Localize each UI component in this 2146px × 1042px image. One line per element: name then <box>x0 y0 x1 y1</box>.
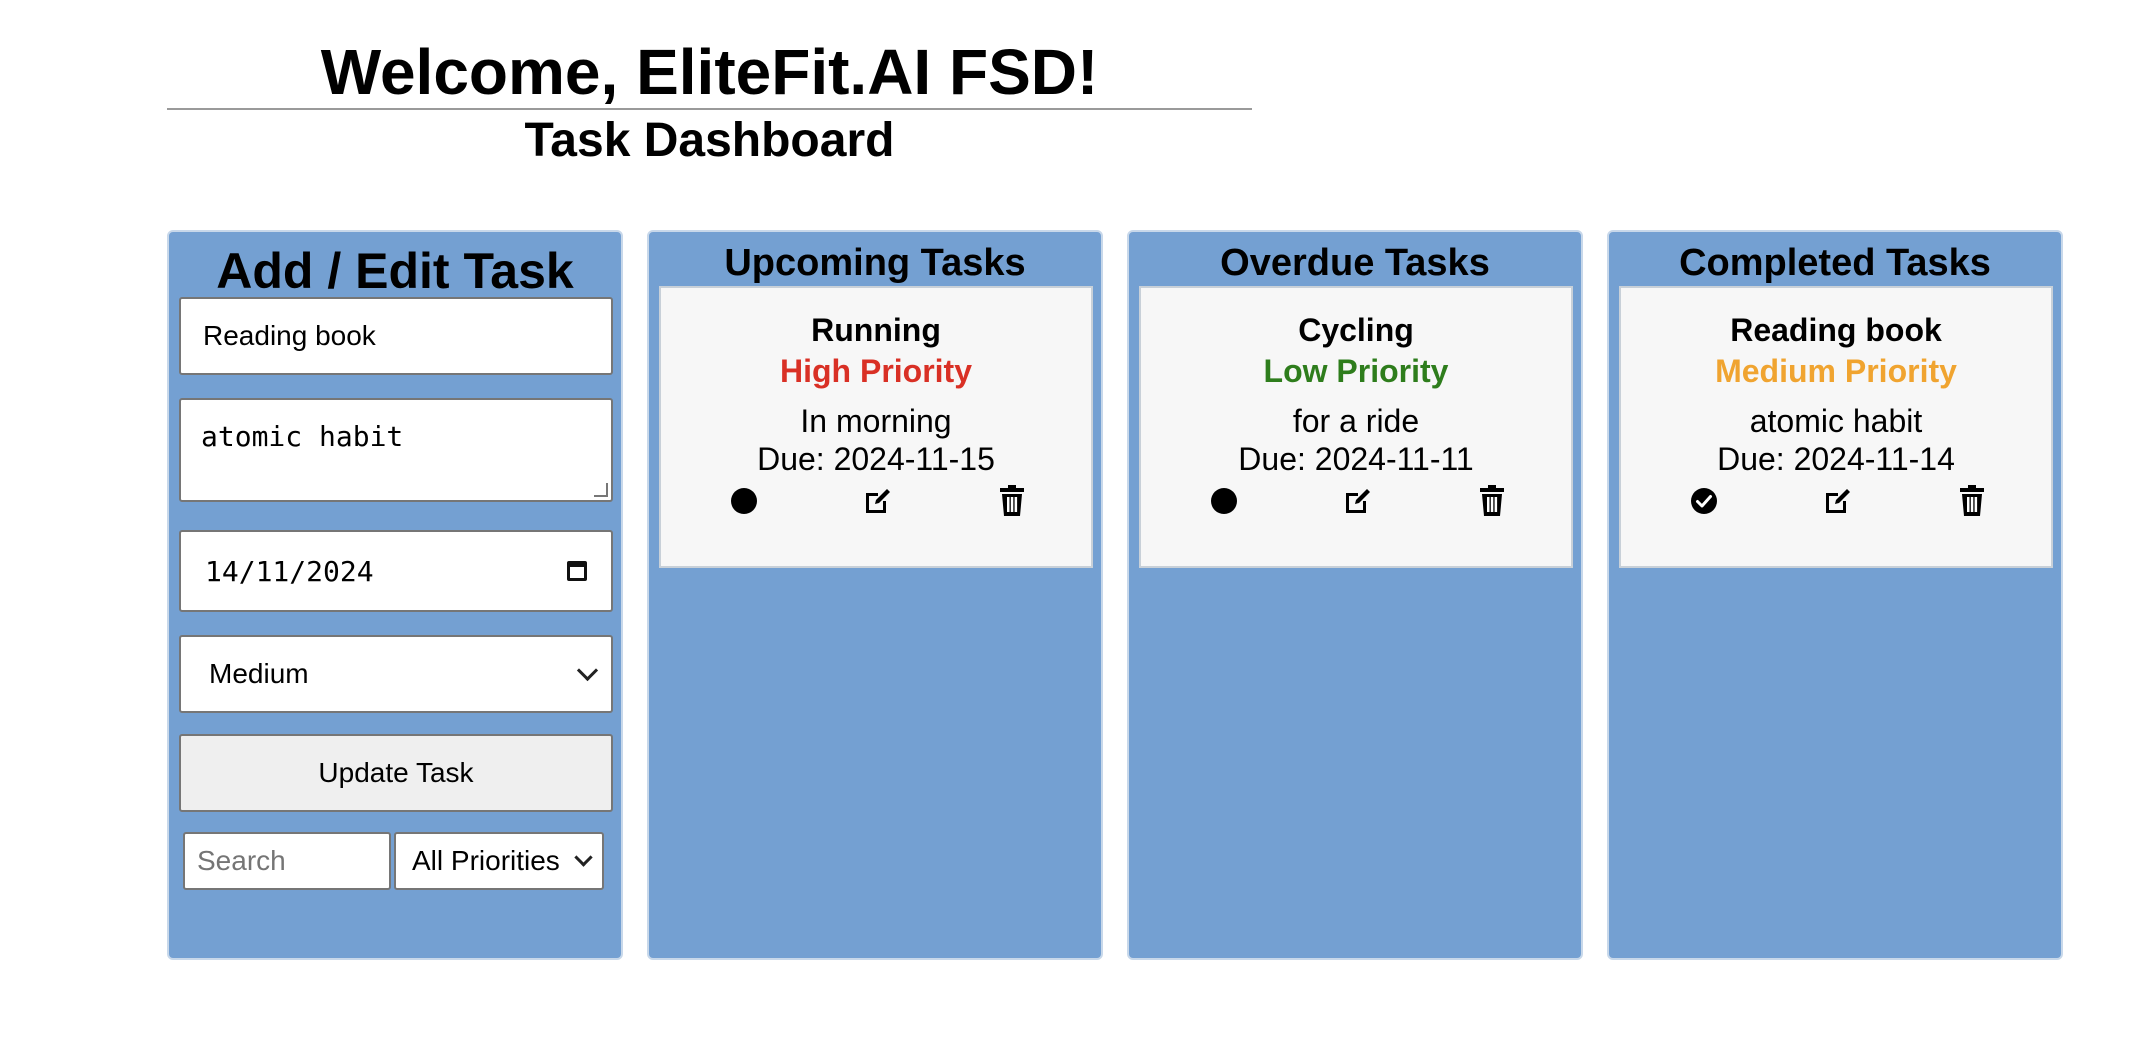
overdue-tasks-panel: Overdue Tasks Cycling Low Priority for a… <box>1127 230 1583 960</box>
task-title: Reading book <box>1730 312 1942 348</box>
task-description-textarea[interactable]: atomic habit <box>179 398 613 502</box>
header: Welcome, EliteFit.AI FSD! <box>167 28 1252 116</box>
chevron-down-icon <box>576 659 599 681</box>
task-due-date: Due: 2024-11-11 <box>1238 441 1474 477</box>
welcome-heading: Welcome, EliteFit.AI FSD! <box>320 36 1099 108</box>
task-title: Cycling <box>1298 312 1414 348</box>
completed-tasks-title: Completed Tasks <box>1679 242 1991 284</box>
check-circle-icon[interactable] <box>1687 484 1721 518</box>
task-description: for a ride <box>1292 403 1420 439</box>
task-due-date: Due: 2024-11-14 <box>1717 441 1955 477</box>
task-description: atomic habit <box>1749 403 1923 439</box>
priority-select-value: Medium <box>209 658 309 689</box>
overdue-tasks-title: Overdue Tasks <box>1220 242 1490 284</box>
page-subtitle: Task Dashboard <box>524 114 895 167</box>
circle-icon[interactable] <box>727 484 761 518</box>
calendar-icon[interactable] <box>567 561 587 581</box>
search-input[interactable]: Search <box>183 832 391 890</box>
task-priority: Medium Priority <box>1715 353 1957 389</box>
edit-icon[interactable] <box>1821 484 1855 518</box>
task-description-text: atomic habit <box>201 420 404 453</box>
task-description: In morning <box>800 403 952 439</box>
priority-filter-select[interactable]: All Priorities <box>394 832 604 890</box>
task-actions <box>1621 484 2051 524</box>
upcoming-tasks-panel: Upcoming Tasks Running High Priority In … <box>647 230 1103 960</box>
task-card: Cycling Low Priority for a ride Due: 202… <box>1139 286 1573 568</box>
task-title-input[interactable]: Reading book <box>179 297 613 375</box>
trash-icon[interactable] <box>1955 484 1989 518</box>
task-priority: Low Priority <box>1263 353 1449 389</box>
task-due-date: Due: 2024-11-15 <box>757 441 995 477</box>
completed-tasks-panel: Completed Tasks Reading book Medium Prio… <box>1607 230 2063 960</box>
task-card: Running High Priority In morning Due: 20… <box>659 286 1093 568</box>
task-title: Running <box>811 312 941 348</box>
edit-icon[interactable] <box>1341 484 1375 518</box>
trash-icon[interactable] <box>1475 484 1509 518</box>
upcoming-tasks-title: Upcoming Tasks <box>724 242 1026 284</box>
task-actions <box>1141 484 1571 524</box>
due-date-value: 14/11/2024 <box>205 554 374 588</box>
task-card: Reading book Medium Priority atomic habi… <box>1619 286 2053 568</box>
task-actions <box>661 484 1091 524</box>
edit-icon[interactable] <box>861 484 895 518</box>
due-date-input[interactable]: 14/11/2024 <box>179 530 613 612</box>
priority-filter-value: All Priorities <box>412 845 560 876</box>
task-priority: High Priority <box>779 353 972 389</box>
resize-grip-icon[interactable] <box>594 483 608 497</box>
circle-icon[interactable] <box>1207 484 1241 518</box>
form-title: Add / Edit Task <box>216 243 574 299</box>
update-task-button[interactable]: Update Task <box>179 734 613 812</box>
add-edit-task-panel: Add / Edit Task Reading book atomic habi… <box>167 230 623 960</box>
trash-icon[interactable] <box>995 484 1029 518</box>
chevron-down-icon <box>574 847 593 867</box>
priority-select[interactable]: Medium <box>179 635 613 713</box>
